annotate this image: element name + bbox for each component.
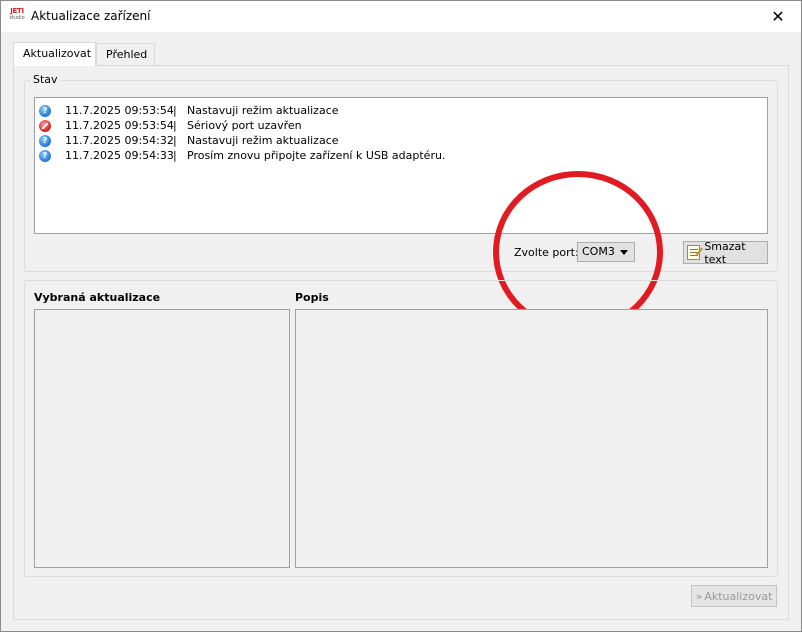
update-button-label: Aktualizovat — [704, 589, 773, 603]
log-message: Nastavuji režim aktualizace — [187, 104, 339, 117]
clear-text-label: Smazat text — [704, 239, 746, 266]
log-entry: ? 11.7.2025 09:54:33 | Prosím znovu přip… — [39, 148, 767, 163]
selected-update-list[interactable] — [34, 309, 290, 568]
clear-text-button[interactable]: Smazat text — [683, 239, 768, 266]
chevron-down-icon — [620, 250, 628, 255]
log-message: Prosím znovu připojte zařízení k USB ada… — [187, 149, 446, 162]
double-chevron-right-icon: » — [695, 589, 703, 603]
log-separator: | — [173, 104, 177, 117]
notepad-icon — [687, 245, 701, 260]
port-select-value: COM3 — [582, 245, 615, 258]
info-icon: ? — [39, 149, 51, 162]
log-separator: | — [173, 149, 177, 162]
title-bar: JETI studio Aktualizace zařízení ✕ — [1, 1, 801, 32]
status-log[interactable]: ? 11.7.2025 09:53:54 | Nastavuji režim a… — [34, 97, 768, 234]
log-message: Nastavuji režim aktualizace — [187, 134, 339, 147]
window-title: Aktualizace zařízení — [31, 9, 151, 23]
log-time: 11.7.2025 09:53:54 — [65, 104, 174, 117]
log-separator: | — [173, 134, 177, 147]
log-message: Sériový port uzavřen — [187, 119, 302, 132]
info-icon: ? — [39, 134, 51, 147]
info-icon: ? — [39, 104, 51, 117]
port-label: Zvolte port: — [514, 246, 579, 259]
tab-prehled[interactable]: Přehled — [96, 43, 155, 65]
jeti-studio-logo-icon: JETI studio — [9, 7, 25, 22]
update-device-window: JETI studio Aktualizace zařízení ✕ Aktua… — [0, 0, 802, 632]
update-button[interactable]: » Aktualizovat — [691, 585, 777, 607]
port-select[interactable]: COM3 — [577, 242, 635, 262]
tab-label: Přehled — [106, 48, 148, 61]
log-entry: ? 11.7.2025 09:53:54 | Nastavuji režim a… — [39, 103, 767, 118]
log-entry: 11.7.2025 09:53:54 | Sériový port uzavře… — [39, 118, 767, 133]
tab-label: Aktualizovat — [23, 47, 92, 60]
selected-update-label: Vybraná aktualizace — [34, 291, 161, 304]
log-time: 11.7.2025 09:54:32 — [65, 134, 174, 147]
tab-aktualizovat[interactable]: Aktualizovat — [13, 42, 96, 66]
log-entry: ? 11.7.2025 09:54:32 | Nastavuji režim a… — [39, 133, 767, 148]
log-separator: | — [173, 119, 177, 132]
log-time: 11.7.2025 09:53:54 — [65, 119, 174, 132]
error-icon — [39, 119, 51, 132]
status-group-title: Stav — [31, 73, 60, 86]
description-box[interactable] — [295, 309, 768, 568]
log-time: 11.7.2025 09:54:33 — [65, 149, 174, 162]
close-button[interactable]: ✕ — [755, 1, 801, 32]
description-label: Popis — [295, 291, 329, 304]
close-icon: ✕ — [771, 7, 785, 26]
